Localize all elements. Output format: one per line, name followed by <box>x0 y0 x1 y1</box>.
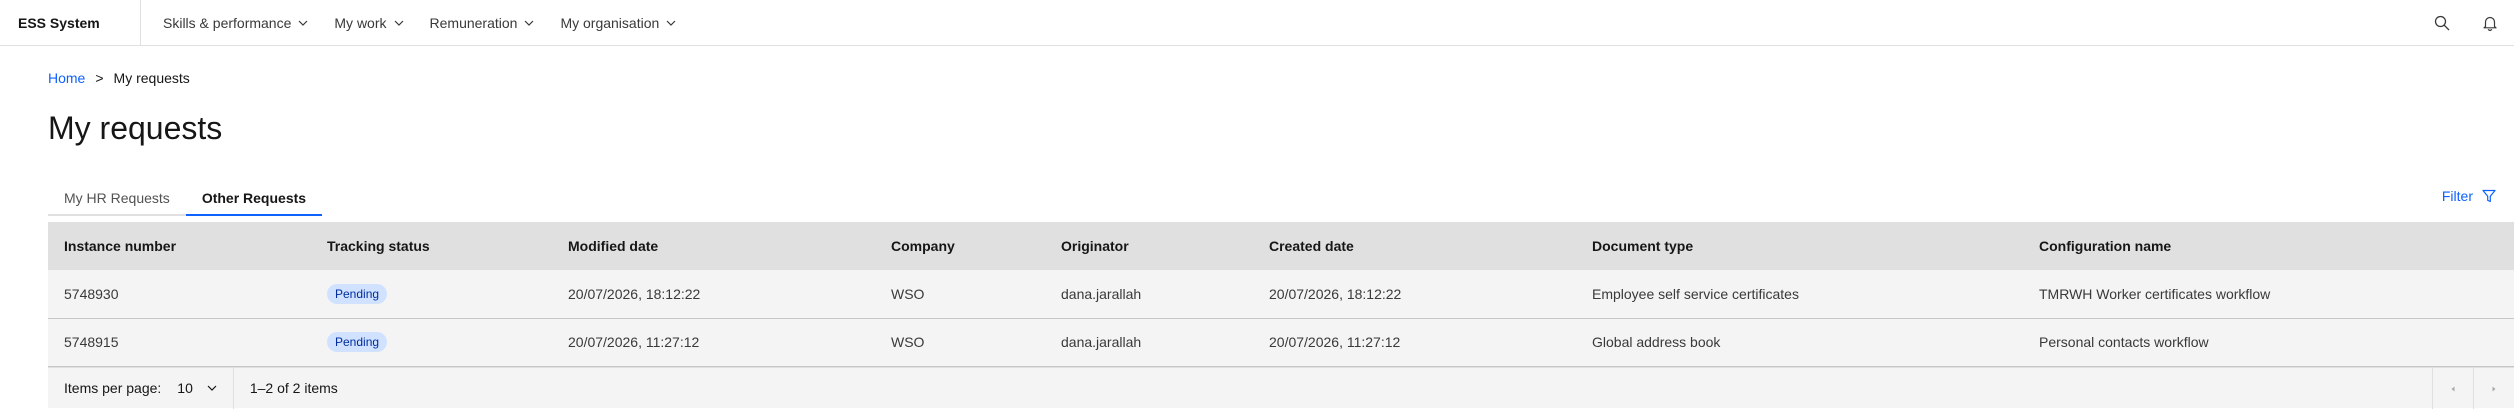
breadcrumb: Home > My requests <box>48 70 190 86</box>
caret-right-icon <box>2492 386 2496 391</box>
column-header-configuration-name[interactable]: Configuration name <box>2023 222 2514 270</box>
column-header-instance-number[interactable]: Instance number <box>48 222 311 270</box>
cell-tracking-status: Pending <box>311 318 552 366</box>
pagination-bar: Items per page: 10 1–2 of 2 items <box>48 367 2514 409</box>
cell-created-date: 20/07/2026, 11:27:12 <box>1269 334 1401 350</box>
table-row[interactable]: 5748915 Pending 20/07/2026, 11:27:12 WSO… <box>48 318 2514 366</box>
main-nav: Skills & performance My work Remuneratio… <box>141 0 689 46</box>
breadcrumb-current: My requests <box>113 70 190 86</box>
status-badge: Pending <box>327 332 388 352</box>
bell-icon <box>2483 16 2497 31</box>
cell-modified-date: 20/07/2026, 18:12:22 <box>568 285 701 302</box>
next-page-button[interactable] <box>2473 368 2514 409</box>
cell-configuration-name: Personal contacts workflow <box>2039 334 2209 350</box>
nav-label: Remuneration <box>429 14 518 31</box>
cell-originator: dana.jarallah <box>1061 334 1142 350</box>
cell-originator: dana.jarallah <box>1061 285 1142 302</box>
chevron-down-icon <box>525 20 534 26</box>
nav-my-organisation[interactable]: My organisation <box>547 0 689 46</box>
caret-left-icon <box>2451 386 2455 391</box>
chevron-down-icon <box>298 20 308 26</box>
column-header-document-type[interactable]: Document type <box>1576 222 2023 270</box>
chevron-down-icon <box>666 20 676 26</box>
table-header-row: Instance number Tracking status Modified… <box>48 222 2514 270</box>
cell-instance-number: 5748915 <box>64 334 119 350</box>
breadcrumb-separator: > <box>95 70 104 86</box>
requests-table: Instance number Tracking status Modified… <box>48 222 2514 367</box>
tab-other-requests[interactable]: Other Requests <box>185 182 323 216</box>
cell-instance-number: 5748930 <box>64 285 119 302</box>
cell-tracking-status: Pending <box>311 270 552 318</box>
table-row[interactable]: 5748930 Pending 20/07/2026, 18:12:22 WSO… <box>48 270 2514 318</box>
nav-remuneration[interactable]: Remuneration <box>417 0 548 46</box>
search-button[interactable] <box>2418 0 2466 46</box>
cell-document-type: Global address book <box>1592 334 1721 350</box>
filter-label: Filter <box>2441 188 2473 204</box>
items-per-page-value: 10 <box>177 380 193 396</box>
column-header-tracking-status[interactable]: Tracking status <box>311 222 552 270</box>
filter-icon <box>2482 189 2496 203</box>
top-header: ESS System Skills & performance My work … <box>0 0 2514 46</box>
items-per-page-select[interactable]: 10 <box>177 367 234 409</box>
cell-company: WSO <box>891 285 925 302</box>
nav-label: My organisation <box>560 14 660 31</box>
chevron-down-icon <box>207 385 217 391</box>
chevron-down-icon <box>394 20 403 26</box>
brand-name[interactable]: ESS System <box>0 15 140 31</box>
header-actions <box>2418 0 2514 46</box>
cell-configuration-name: TMRWH Worker certificates workflow <box>2039 285 2271 302</box>
breadcrumb-home-link[interactable]: Home <box>48 70 85 86</box>
items-per-page-label: Items per page: <box>64 380 162 396</box>
pagination-nav <box>2432 368 2514 409</box>
nav-my-work[interactable]: My work <box>321 0 416 46</box>
column-header-originator[interactable]: Originator <box>1045 222 1253 270</box>
cell-created-date: 20/07/2026, 18:12:22 <box>1269 285 1402 302</box>
cell-company: WSO <box>891 334 925 350</box>
status-badge: Pending <box>327 283 388 304</box>
filter-button[interactable]: Filter <box>2442 188 2496 204</box>
column-header-created-date[interactable]: Created date <box>1253 222 1576 270</box>
pagination-range: 1–2 of 2 items <box>249 380 338 396</box>
column-header-modified-date[interactable]: Modified date <box>552 222 875 270</box>
nav-label: Skills & performance <box>163 14 292 31</box>
cell-modified-date: 20/07/2026, 11:27:12 <box>568 334 700 350</box>
cell-document-type: Employee self service certificates <box>1592 285 1799 302</box>
nav-skills-performance[interactable]: Skills & performance <box>163 0 321 46</box>
tab-my-hr-requests[interactable]: My HR Requests <box>48 182 186 216</box>
previous-page-button[interactable] <box>2432 368 2473 409</box>
request-tabs: My HR Requests Other Requests <box>48 182 323 216</box>
nav-label: My work <box>334 14 387 31</box>
notifications-button[interactable] <box>2466 0 2514 46</box>
search-icon <box>2434 15 2450 31</box>
column-header-company[interactable]: Company <box>875 222 1045 270</box>
page-title: My requests <box>48 110 223 146</box>
